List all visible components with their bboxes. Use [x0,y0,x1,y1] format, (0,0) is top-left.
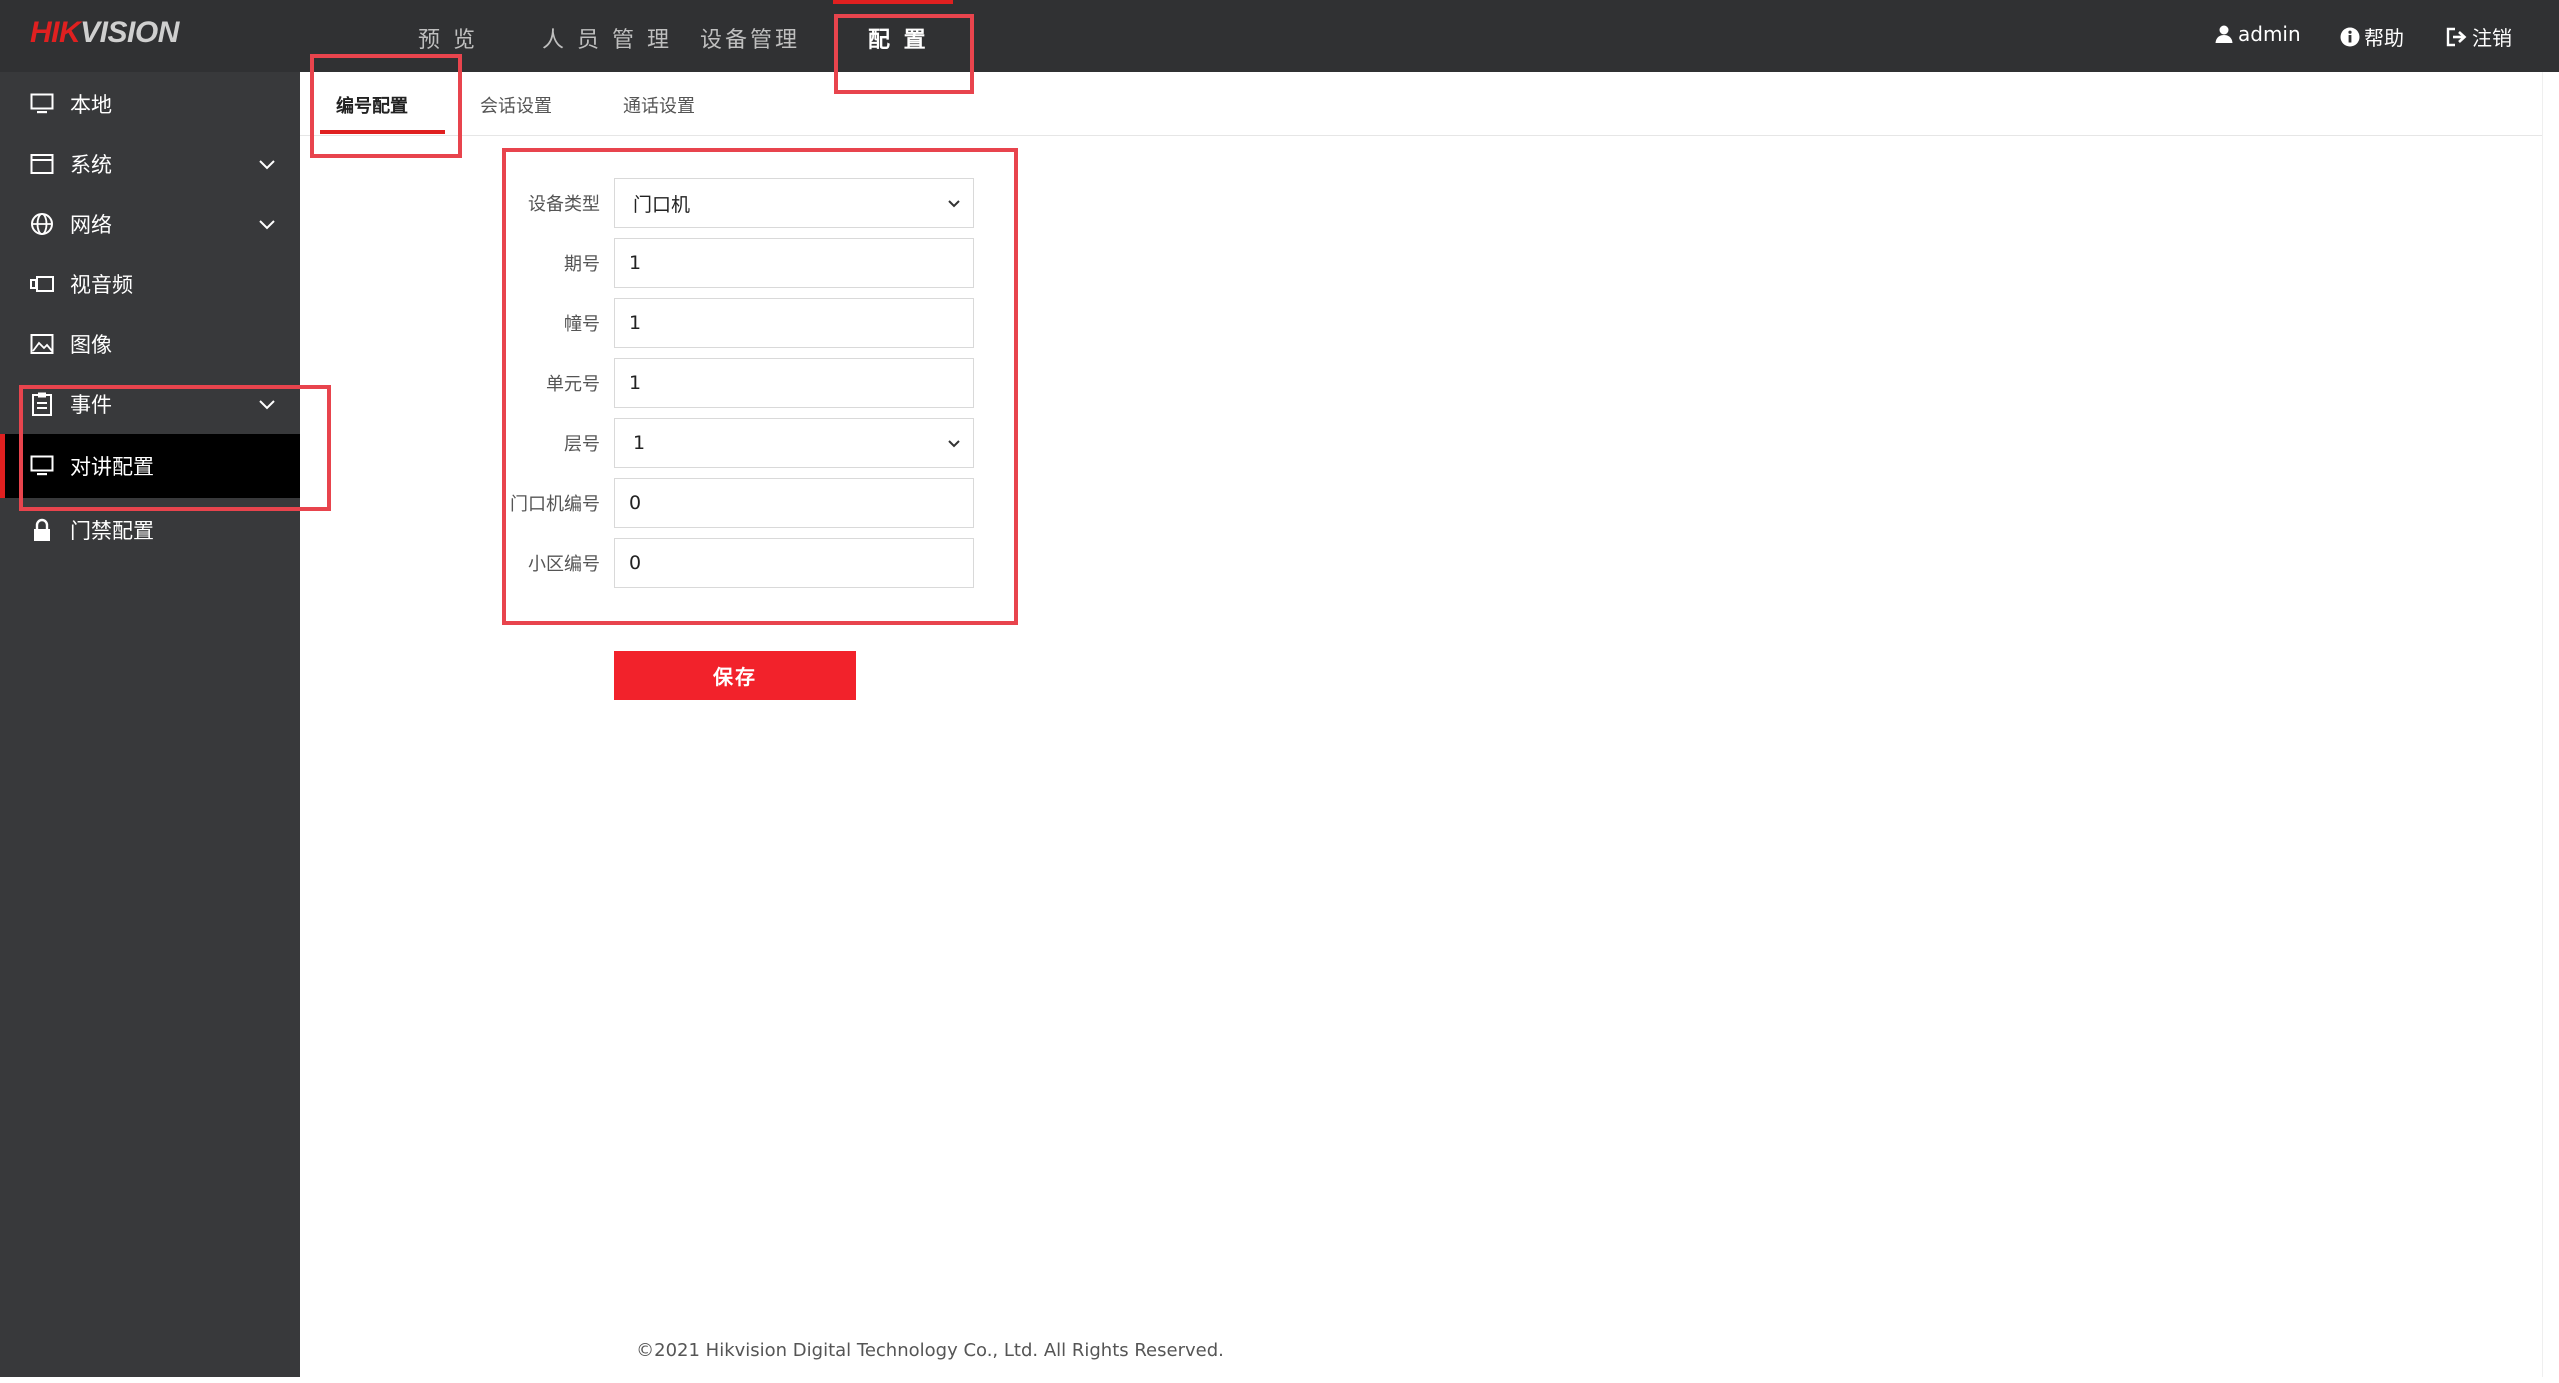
sidebar-item-image[interactable]: 图像 [0,314,300,374]
window-icon [28,150,56,178]
tab-call-settings[interactable]: 通话设置 [623,92,695,118]
building-no-label: 幢号 [564,314,600,335]
unit-no-label: 单元号 [546,374,600,395]
chevron-down-icon [256,213,278,235]
sidebar-item-label: 门禁配置 [70,519,154,543]
sidebar-item-label: 系统 [70,153,112,177]
chevron-down-icon [256,393,278,415]
community-no-label: 小区编号 [528,554,600,575]
sidebar-item-label: 本地 [70,93,112,117]
device-type-label: 设备类型 [528,194,600,215]
help-label: 帮助 [2364,26,2404,50]
door-station-no-input[interactable] [614,478,974,528]
top-bar: HIKVISION 预 览 人 员 管 理 设备管理 配 置 admin 帮助 … [0,0,2559,72]
building-no-input[interactable] [614,298,974,348]
sidebar-item-network[interactable]: 网络 [0,194,300,254]
clipboard-icon [28,390,56,418]
lock-icon [28,516,56,544]
logout-link[interactable]: 注销 [2446,22,2512,51]
chevron-down-icon [945,434,963,452]
period-no-input[interactable] [614,238,974,288]
sidebar-item-label: 视音频 [70,273,133,297]
hikvision-logo: HIKVISION [30,16,179,49]
nav-personnel-management[interactable]: 人 员 管 理 [542,22,672,54]
form-row-community-no: 小区编号 [500,538,980,588]
sidebar-item-local[interactable]: 本地 [0,74,300,134]
device-type-value: 门口机 [633,193,691,216]
sidebar: 本地 系统 网络 视音频 图像 事件 对讲配置 门禁配置 [0,72,300,1377]
info-icon [2340,27,2360,47]
active-tab-underline [320,130,445,134]
sidebar-item-access-control[interactable]: 门禁配置 [0,500,300,560]
user-icon [2214,24,2234,44]
floor-no-label: 层号 [564,434,600,455]
sidebar-item-event[interactable]: 事件 [0,374,300,434]
period-no-label: 期号 [564,254,600,275]
globe-icon [28,210,56,238]
sidebar-item-label: 事件 [70,393,112,417]
monitor-icon [28,90,56,118]
unit-no-input[interactable] [614,358,974,408]
footer-copyright: ©2021 Hikvision Digital Technology Co., … [636,1340,1224,1361]
form-row-building-no: 幢号 [500,298,980,348]
save-button[interactable]: 保存 [614,651,856,700]
sidebar-item-label: 图像 [70,333,112,357]
form-row-unit-no: 单元号 [500,358,980,408]
chevron-down-icon [945,194,963,212]
device-type-select[interactable]: 门口机 [614,178,974,228]
nav-preview[interactable]: 预 览 [418,22,478,54]
form-row-device-type: 设备类型 门口机 [500,178,980,228]
sidebar-item-intercom-config[interactable]: 对讲配置 [0,434,300,498]
logout-label: 注销 [2472,26,2512,50]
sidebar-item-audio-video[interactable]: 视音频 [0,254,300,314]
scrollbar[interactable] [2542,72,2559,1377]
logout-icon [2446,27,2468,47]
help-link[interactable]: 帮助 [2340,22,2404,51]
camera-icon [28,270,56,298]
user-menu[interactable]: admin [2214,22,2301,46]
form-row-floor-no: 层号 1 [500,418,980,468]
username-label: admin [2238,22,2301,46]
nav-active-indicator [833,0,953,4]
sidebar-item-label: 对讲配置 [70,455,154,479]
tab-session-settings[interactable]: 会话设置 [480,92,552,118]
nav-device-management[interactable]: 设备管理 [700,22,800,54]
image-icon [28,330,56,358]
form-row-period-no: 期号 [500,238,980,288]
community-no-input[interactable] [614,538,974,588]
tab-number-config[interactable]: 编号配置 [336,92,408,118]
config-subtabs: 编号配置 会话设置 通话设置 [300,72,2559,136]
door-station-no-label: 门口机编号 [510,494,600,515]
floor-no-value: 1 [633,432,646,454]
chevron-down-icon [256,153,278,175]
sidebar-item-label: 网络 [70,213,112,237]
nav-configuration[interactable]: 配 置 [868,22,929,54]
monitor-icon [28,452,56,480]
form-row-door-station-no: 门口机编号 [500,478,980,528]
floor-no-select[interactable]: 1 [614,418,974,468]
sidebar-item-system[interactable]: 系统 [0,134,300,194]
